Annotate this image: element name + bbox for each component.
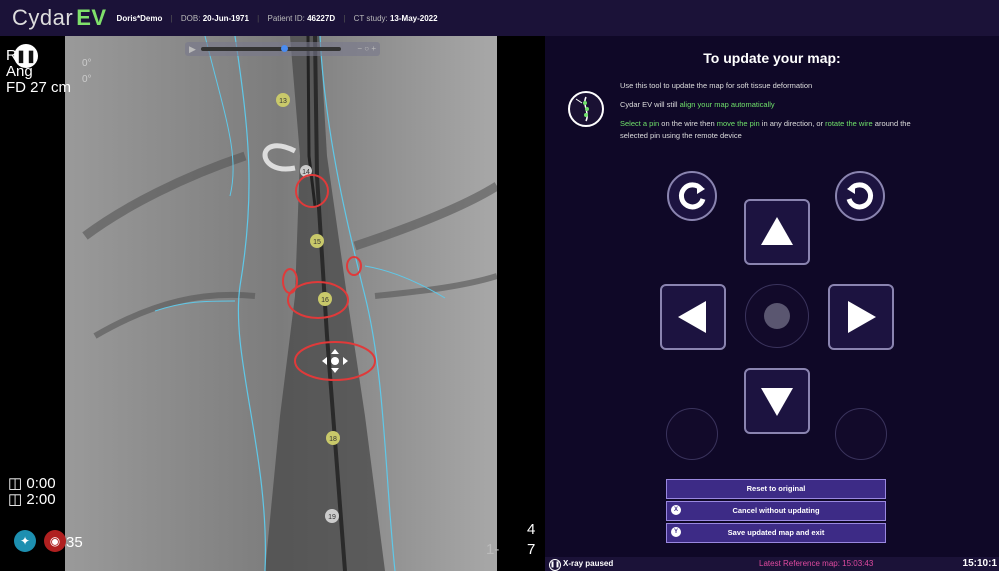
- right-dash: 1-: [486, 541, 500, 558]
- landmark-19: 19: [328, 514, 336, 521]
- patient-id: 46227D: [307, 13, 336, 23]
- landmark-18: 18: [329, 436, 337, 443]
- frame-number: 35: [66, 534, 83, 551]
- arrow-right-icon: [848, 301, 876, 333]
- playback-slider[interactable]: ▶ − ○ +: [185, 42, 380, 56]
- xray-image[interactable]: 13 14 15 16 18 19: [65, 36, 497, 571]
- ct-study-date: 13-May-2022: [389, 13, 438, 23]
- empty-button-right: [835, 408, 887, 460]
- xray-panel: 13 14 15 16 18 19 ▶ − ○ + ❚❚ R Ang FD 27…: [0, 36, 545, 571]
- landmark-13: 13: [279, 98, 287, 105]
- move-down-button[interactable]: [744, 368, 810, 434]
- patient-info: Doris*Demo | DOB: 20-Jun-1971 | Patient …: [116, 13, 438, 23]
- xray-paused-label: X-ray paused: [563, 559, 614, 568]
- record-icon[interactable]: ◉: [44, 530, 66, 552]
- xray-overlay-left: R Ang FD 27 cm: [6, 47, 72, 96]
- move-up-button[interactable]: [744, 199, 810, 265]
- instruction-2: Cydar EV will still align your map autom…: [620, 100, 775, 109]
- empty-button-left: [666, 408, 718, 460]
- timer-icon: ◫: [8, 475, 23, 492]
- playback-track[interactable]: [201, 45, 341, 52]
- rotate-left-button[interactable]: [667, 171, 717, 221]
- move-right-button[interactable]: [828, 284, 894, 350]
- pause-status-icon: ❚❚: [549, 559, 561, 571]
- arrow-down-icon: [761, 388, 793, 416]
- top-bar: Cydar EV Doris*Demo | DOB: 20-Jun-1971 | …: [0, 0, 999, 36]
- patient-name: Doris*Demo: [116, 13, 163, 23]
- center-dot-icon: [764, 303, 790, 329]
- right-number-2: 7: [527, 541, 536, 558]
- playback-thumb[interactable]: [281, 45, 288, 52]
- play-icon[interactable]: ▶: [189, 44, 196, 55]
- save-exit-button[interactable]: Y Save updated map and exit: [666, 523, 886, 543]
- x-key-icon: X: [671, 505, 681, 515]
- panel-title: To update your map:: [703, 50, 841, 66]
- app-logo: Cydar EV: [12, 5, 107, 30]
- zoom-controls-icon[interactable]: − ○ +: [357, 44, 376, 53]
- rotate-cw-icon: [846, 182, 874, 210]
- center-button[interactable]: [745, 284, 809, 348]
- timer-icon-2: ◫: [8, 491, 23, 508]
- right-number-1: 4: [527, 521, 536, 538]
- wire-pin-icon: [568, 91, 604, 127]
- rotate-right-button[interactable]: [835, 171, 885, 221]
- arrow-left-icon: [678, 301, 706, 333]
- move-left-button[interactable]: [660, 284, 726, 350]
- reference-map-time: Latest Reference map: 15:03:43: [759, 559, 874, 568]
- patient-dob: 20-Jun-1971: [202, 13, 249, 23]
- landmark-15: 15: [313, 239, 321, 246]
- y-key-icon: Y: [671, 527, 681, 537]
- clock: 15:10:1: [962, 558, 997, 569]
- rotate-ccw-icon: [678, 182, 706, 210]
- instruction-3: Select a pin on the wire then move the p…: [620, 119, 911, 140]
- timer-readout: ◫ 0:00 ◫ 2:00: [8, 475, 56, 508]
- landmark-16: 16: [321, 297, 329, 304]
- status-bar: ❚❚ X-ray paused Latest Reference map: 15…: [545, 557, 999, 571]
- angle-readout: 0° 0°: [82, 58, 92, 85]
- reset-button[interactable]: Reset to original: [666, 479, 886, 499]
- update-map-panel: To update your map: Use this tool to upd…: [545, 36, 999, 557]
- arrow-up-icon: [761, 217, 793, 245]
- body-icon[interactable]: ✦: [14, 530, 36, 552]
- instruction-1: Use this tool to update the map for soft…: [620, 81, 813, 90]
- cancel-button[interactable]: X Cancel without updating: [666, 501, 886, 521]
